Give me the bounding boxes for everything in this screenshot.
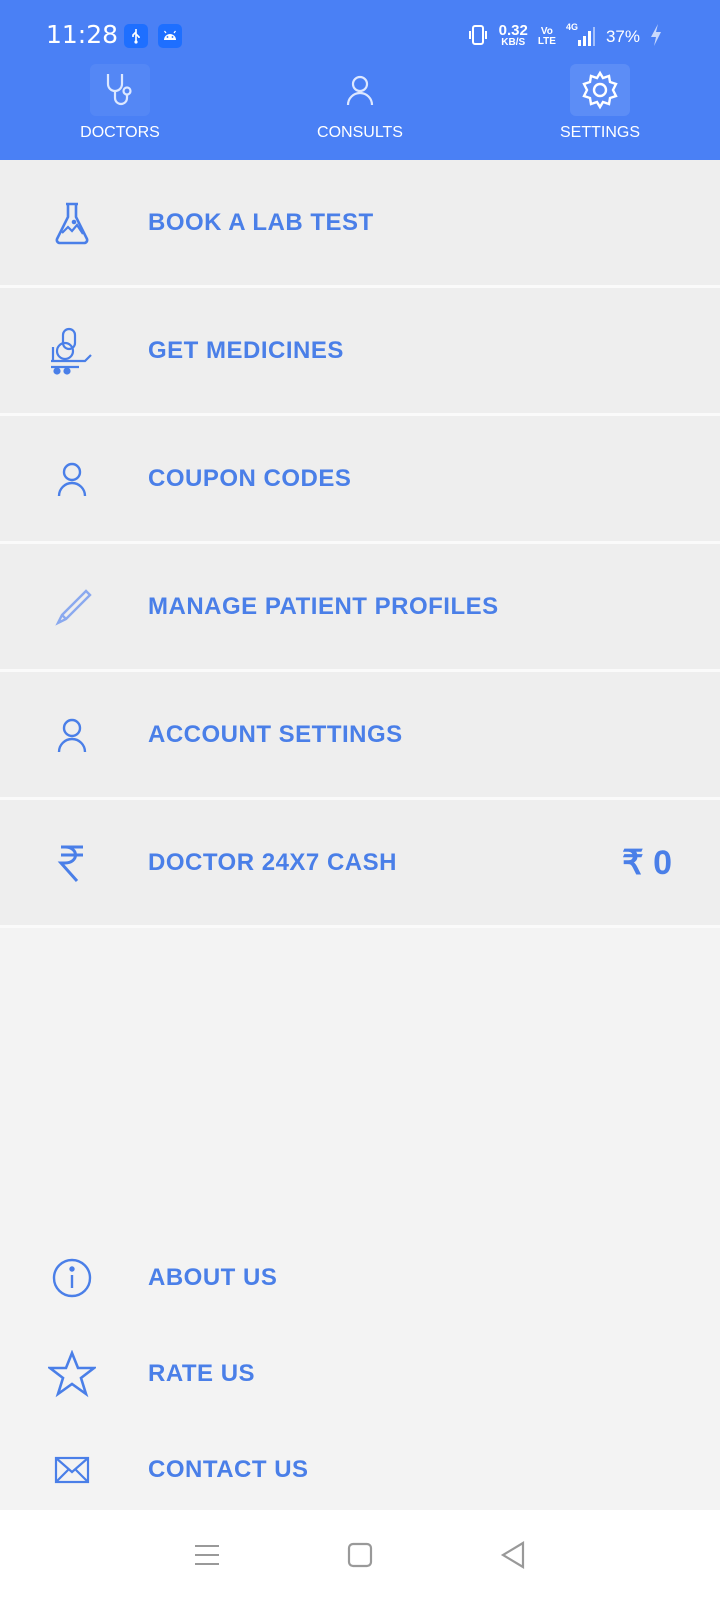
user-icon [48,711,96,759]
bottom-links: ABOUT US RATE US CONTACT US [0,1230,720,1518]
status-time: 11:28 [46,20,119,49]
envelope-icon [48,1446,96,1494]
tab-consults[interactable]: CONSULTS [240,62,480,156]
tab-settings[interactable]: SETTINGS [480,62,720,156]
signal-icon: 4G [566,22,596,48]
link-rate-us[interactable]: RATE US [0,1326,720,1422]
pencil-icon [48,583,96,631]
status-right: 0.32 KB/S Vo LTE 4G 37% [467,22,662,52]
gear-icon [570,64,630,116]
user-icon [48,455,96,503]
battery-text: 37% [605,27,640,46]
link-about-us[interactable]: ABOUT US [0,1230,720,1326]
menu-doctor-cash[interactable]: DOCTOR 24X7 CASH ₹ 0 [0,800,720,928]
top-tabs: DOCTORS CONSULTS SETTINGS [0,62,720,156]
menu-manage-patient-profiles[interactable]: MANAGE PATIENT PROFILES [0,544,720,672]
star-icon [48,1350,96,1398]
menu-account-settings[interactable]: ACCOUNT SETTINGS [0,672,720,800]
android-icon [158,24,182,48]
status-bar: 11:28 0.32 KB/S Vo LTE 4G 37% [0,0,720,70]
tab-doctors[interactable]: DOCTORS [0,62,240,156]
rupee-icon [48,839,96,887]
user-icon [330,64,390,116]
info-icon [48,1254,96,1302]
back-nav-button[interactable] [483,1525,543,1585]
stethoscope-icon [90,64,150,116]
menu-coupon-codes[interactable]: COUPON CODES [0,416,720,544]
volte-indicator: Vo LTE [537,26,556,47]
menu-book-lab-test[interactable]: BOOK A LAB TEST [0,160,720,288]
home-nav-button[interactable] [330,1525,390,1585]
system-nav-bar [0,1510,720,1600]
settings-menu: BOOK A LAB TEST GET MEDICINES COUPON COD… [0,160,720,928]
usb-icon [124,24,148,48]
flask-icon [48,199,96,247]
medicine-cart-icon [48,327,96,375]
app-header: 11:28 0.32 KB/S Vo LTE 4G 37% DOCTORS CO… [0,0,720,160]
vibrate-icon [467,23,489,52]
cash-amount: ₹ 0 [622,843,672,882]
charging-icon [650,23,662,52]
net-speed: 0.32 KB/S [498,22,528,48]
menu-nav-button[interactable] [177,1525,237,1585]
menu-get-medicines[interactable]: GET MEDICINES [0,288,720,416]
link-contact-us[interactable]: CONTACT US [0,1422,720,1518]
